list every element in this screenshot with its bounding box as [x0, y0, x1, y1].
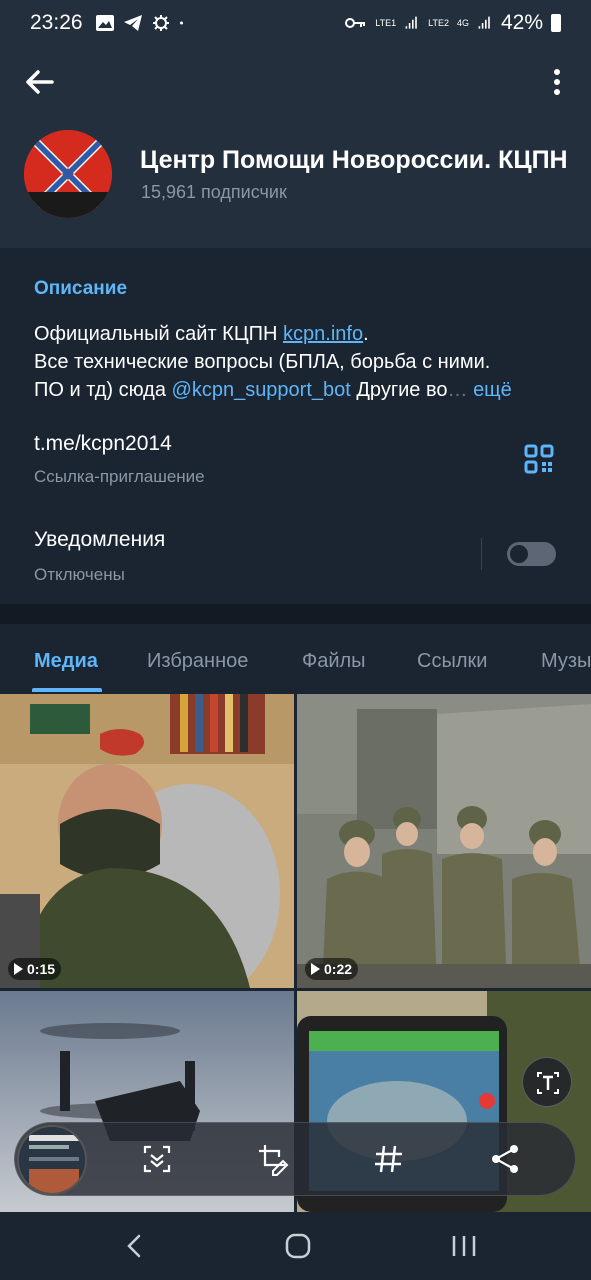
- screenshot-thumbnail[interactable]: [17, 1125, 87, 1195]
- desc-line3-tail: Другие во: [350, 379, 448, 401]
- play-icon: [14, 963, 23, 975]
- network-label: 4G: [456, 18, 469, 28]
- key-icon: [345, 18, 366, 28]
- text-recognition-icon: [537, 1072, 559, 1094]
- description-heading: Описание: [34, 278, 128, 299]
- section-gap: [0, 604, 591, 624]
- tab-media[interactable]: Медиа: [34, 650, 98, 673]
- video-thumbnail: [297, 694, 591, 988]
- novorossiya-flag-logo: [24, 130, 112, 218]
- notifications-state: Отключены: [34, 565, 125, 584]
- show-more-link[interactable]: ещё: [473, 379, 512, 401]
- telegram-icon: [123, 15, 142, 31]
- notification-icons: [95, 14, 189, 32]
- desc-line1-end: .: [363, 323, 369, 345]
- tab-saved[interactable]: Избранное: [147, 650, 248, 673]
- qr-code-icon[interactable]: [524, 444, 554, 474]
- divider: [481, 538, 482, 570]
- video-duration-badge: 0:15: [8, 958, 62, 980]
- notifications-label[interactable]: Уведомления: [34, 528, 165, 552]
- battery-icon: [551, 14, 561, 32]
- scroll-capture-icon[interactable]: [139, 1141, 175, 1177]
- channel-header: Центр Помощи Новороссии. КЦПН 15,961 под…: [0, 46, 591, 248]
- status-time: 23:26: [30, 11, 83, 34]
- channel-info-section: Описание Официальный сайт КЦПН kcpn.info…: [0, 248, 591, 604]
- active-tab-indicator: [32, 688, 102, 692]
- desc-line3: ПО и тд) сюда: [34, 379, 172, 401]
- video-thumbnail: [0, 694, 294, 988]
- status-right: LTE1 LTE2 4G 42%: [343, 11, 561, 35]
- hashtag-icon[interactable]: [371, 1141, 407, 1177]
- system-nav-bar: [0, 1212, 591, 1280]
- gallery-icon: [95, 15, 114, 31]
- notifications-toggle[interactable]: [507, 542, 556, 566]
- share-icon[interactable]: [487, 1141, 523, 1177]
- tab-files[interactable]: Файлы: [302, 650, 366, 673]
- support-bot-link[interactable]: @kcpn_support_bot: [172, 379, 351, 401]
- media-tabs: Медиа Избранное Файлы Ссылки Музыка: [0, 624, 591, 694]
- sim1-label: LTE1: [375, 18, 397, 28]
- dot-icon: [179, 21, 183, 25]
- media-item[interactable]: 0:15: [0, 694, 294, 988]
- site-link[interactable]: kcpn.info: [283, 323, 363, 345]
- crop-edit-icon[interactable]: [255, 1141, 291, 1177]
- desc-line1: Официальный сайт КЦПН: [34, 323, 284, 345]
- more-vertical-icon[interactable]: [545, 66, 569, 98]
- tab-links[interactable]: Ссылки: [417, 650, 487, 673]
- home-nav-icon[interactable]: [278, 1230, 318, 1262]
- video-duration: 0:22: [324, 961, 353, 977]
- screenshot-toolbar: [14, 1122, 576, 1196]
- signal-icon-2: [478, 16, 490, 29]
- channel-avatar[interactable]: [24, 130, 112, 218]
- sim2-label: LTE2: [428, 18, 449, 28]
- channel-title: Центр Помощи Новороссии. КЦПН: [140, 146, 568, 174]
- video-duration-badge: 0:22: [305, 958, 359, 980]
- battery-percent: 42%: [500, 11, 543, 34]
- play-icon: [311, 963, 320, 975]
- preview-image: [19, 1127, 85, 1193]
- back-nav-icon[interactable]: [115, 1230, 155, 1262]
- toggle-knob: [508, 543, 530, 565]
- extract-text-button[interactable]: [522, 1057, 572, 1107]
- video-duration: 0:15: [27, 961, 56, 977]
- signal-icon: [405, 16, 417, 29]
- invite-link[interactable]: t.me/kcpn2014: [34, 432, 172, 456]
- status-bar: 23:26 LTE1 LTE2 4G 42%: [0, 0, 591, 46]
- desc-line2: Все технические вопросы (БПЛА, борьба с …: [34, 351, 491, 373]
- channel-description: Официальный сайт КЦПН kcpn.info. Все тех…: [34, 320, 574, 404]
- subscriber-count: 15,961 подписчик: [141, 182, 287, 202]
- media-item[interactable]: 0:22: [297, 694, 591, 988]
- desc-fade: …: [447, 379, 468, 401]
- virus-icon: [152, 15, 169, 31]
- recents-nav-icon[interactable]: [444, 1230, 484, 1262]
- back-arrow-icon[interactable]: [20, 66, 60, 98]
- invite-link-label: Ссылка-приглашение: [34, 467, 205, 486]
- tab-music[interactable]: Музыка: [541, 650, 591, 673]
